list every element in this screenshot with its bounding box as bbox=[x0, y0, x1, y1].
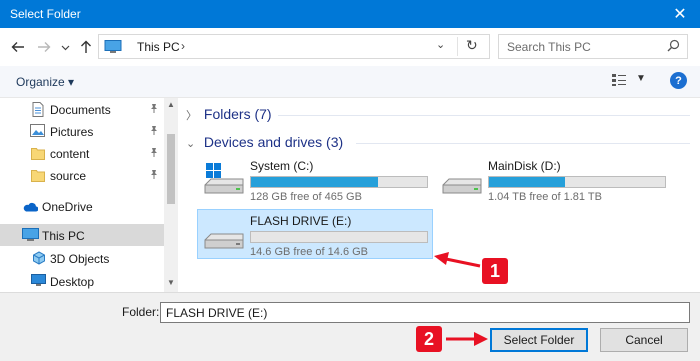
arrow-up-icon bbox=[81, 40, 91, 53]
address-bar[interactable]: This PC › ⌄ ↻ bbox=[98, 34, 490, 59]
sidebar-scrollbar[interactable]: ▲ ▼ bbox=[164, 98, 178, 292]
folder-icon bbox=[31, 146, 45, 163]
drive-item-maindisk-d[interactable]: MainDisk (D:) 1.04 TB free of 1.81 TB bbox=[436, 155, 672, 205]
group-header-devices[interactable]: ⌄ Devices and drives (3) bbox=[186, 134, 343, 150]
group-divider bbox=[278, 115, 690, 116]
sidebar-item-label: Desktop bbox=[50, 275, 95, 289]
chevron-down-icon bbox=[61, 45, 69, 50]
change-view-button[interactable] bbox=[611, 73, 627, 90]
drive-name: FLASH DRIVE (E:) bbox=[250, 214, 352, 228]
forward-button[interactable] bbox=[34, 37, 54, 57]
pin-icon bbox=[149, 169, 159, 183]
select-folder-button[interactable]: Select Folder bbox=[490, 328, 588, 352]
chevron-right-icon: 〉 bbox=[186, 110, 197, 122]
view-details-icon bbox=[612, 74, 626, 86]
breadcrumb-this-pc[interactable]: This PC bbox=[137, 40, 180, 54]
arrow-right-icon bbox=[38, 42, 51, 52]
window-title: Select Folder bbox=[10, 7, 81, 21]
drive-free-space: 1.04 TB free of 1.81 TB bbox=[488, 191, 602, 203]
desktop-icon bbox=[31, 274, 46, 290]
content-area: 〉 Folders (7) ⌄ Devices and drives (3) S… bbox=[178, 98, 700, 292]
search-box[interactable] bbox=[498, 34, 688, 59]
document-icon bbox=[32, 102, 44, 120]
folder-icon bbox=[31, 168, 45, 185]
step-marker-1: 1 bbox=[482, 258, 508, 284]
sidebar-item-desktop[interactable]: Desktop bbox=[0, 270, 164, 292]
recent-locations-button[interactable] bbox=[58, 37, 72, 57]
close-button[interactable]: ✕ bbox=[660, 0, 700, 28]
search-icon bbox=[667, 39, 680, 55]
drive-name: MainDisk (D:) bbox=[488, 159, 561, 173]
drive-usage-bar bbox=[250, 231, 428, 243]
cancel-button[interactable]: Cancel bbox=[600, 328, 688, 352]
sidebar-item-label: OneDrive bbox=[42, 200, 93, 214]
folder-name-field[interactable] bbox=[160, 302, 690, 323]
scrollbar-thumb[interactable] bbox=[167, 134, 175, 204]
sidebar-item-label: Documents bbox=[50, 103, 111, 117]
group-label: Devices and drives (3) bbox=[203, 134, 344, 150]
pc-icon bbox=[22, 228, 39, 245]
scroll-up-icon[interactable]: ▲ bbox=[167, 100, 175, 109]
sidebar-item-source[interactable]: source bbox=[0, 164, 164, 186]
annotation-arrow-1 bbox=[434, 252, 481, 268]
cloud-icon bbox=[22, 201, 39, 215]
help-button[interactable]: ? bbox=[670, 72, 687, 89]
chevron-down-icon: ⌄ bbox=[186, 138, 196, 150]
pin-icon bbox=[149, 125, 159, 139]
group-divider bbox=[356, 143, 690, 144]
sidebar-item-label: 3D Objects bbox=[50, 252, 110, 266]
drive-usage-fill bbox=[251, 177, 378, 187]
title-bar: Select Folder ✕ bbox=[0, 0, 700, 28]
pin-icon bbox=[149, 103, 159, 117]
command-bar: Organize ▾ ▼ ? bbox=[0, 66, 700, 98]
hard-drive-icon bbox=[440, 163, 484, 200]
drive-item-flash-drive-e[interactable]: FLASH DRIVE (E:) 14.6 GB free of 14.6 GB bbox=[197, 209, 433, 259]
drive-item-system-c[interactable]: System (C:) 128 GB free of 465 GB bbox=[198, 155, 434, 205]
up-button[interactable] bbox=[76, 37, 96, 57]
dialog-footer: Folder: 2 Select Folder Cancel bbox=[0, 292, 700, 361]
picture-icon bbox=[30, 124, 45, 140]
drive-usage-bar bbox=[250, 176, 428, 188]
windows-drive-icon bbox=[202, 163, 246, 200]
organize-menu[interactable]: Organize ▾ bbox=[16, 75, 74, 89]
scroll-down-icon[interactable]: ▼ bbox=[167, 278, 175, 287]
navigation-pane: Documents Pictures content source OneDri… bbox=[0, 98, 178, 292]
annotation-arrow-2 bbox=[446, 332, 488, 346]
drive-usage-bar bbox=[488, 176, 666, 188]
pin-icon bbox=[149, 147, 159, 161]
drive-usage-fill bbox=[489, 177, 565, 187]
sidebar-item-documents[interactable]: Documents bbox=[0, 98, 164, 120]
arrow-left-icon bbox=[11, 42, 24, 52]
address-divider bbox=[457, 37, 458, 56]
cube-icon bbox=[32, 251, 46, 268]
sidebar-item-label: This PC bbox=[42, 229, 85, 243]
search-input[interactable] bbox=[507, 39, 657, 54]
drive-free-space: 128 GB free of 465 GB bbox=[250, 191, 362, 203]
breadcrumb-separator[interactable]: › bbox=[181, 39, 185, 53]
group-label: Folders (7) bbox=[203, 106, 272, 122]
sidebar-item-label: source bbox=[50, 169, 87, 183]
sidebar-item-pictures[interactable]: Pictures bbox=[0, 120, 164, 142]
step-marker-2: 2 bbox=[416, 326, 442, 352]
sidebar-item-label: content bbox=[50, 147, 90, 161]
refresh-button[interactable]: ↻ bbox=[466, 37, 478, 54]
sidebar-item-this-pc[interactable]: This PC bbox=[0, 224, 164, 246]
sidebar-item-label: Pictures bbox=[50, 125, 94, 139]
back-button[interactable] bbox=[8, 37, 28, 57]
group-header-folders[interactable]: 〉 Folders (7) bbox=[186, 106, 272, 123]
navigation-bar: This PC › ⌄ ↻ bbox=[0, 28, 700, 66]
sidebar-item-3d-objects[interactable]: 3D Objects bbox=[0, 247, 164, 269]
usb-drive-icon bbox=[202, 218, 246, 255]
sidebar-item-onedrive[interactable]: OneDrive bbox=[0, 195, 164, 217]
pc-icon bbox=[104, 40, 126, 57]
view-options-dropdown[interactable]: ▼ bbox=[636, 73, 646, 84]
drive-free-space: 14.6 GB free of 14.6 GB bbox=[250, 246, 369, 258]
address-dropdown-button[interactable]: ⌄ bbox=[436, 38, 445, 51]
folder-label: Folder: bbox=[122, 305, 160, 319]
sidebar-item-content[interactable]: content bbox=[0, 142, 164, 164]
drive-name: System (C:) bbox=[250, 159, 314, 173]
